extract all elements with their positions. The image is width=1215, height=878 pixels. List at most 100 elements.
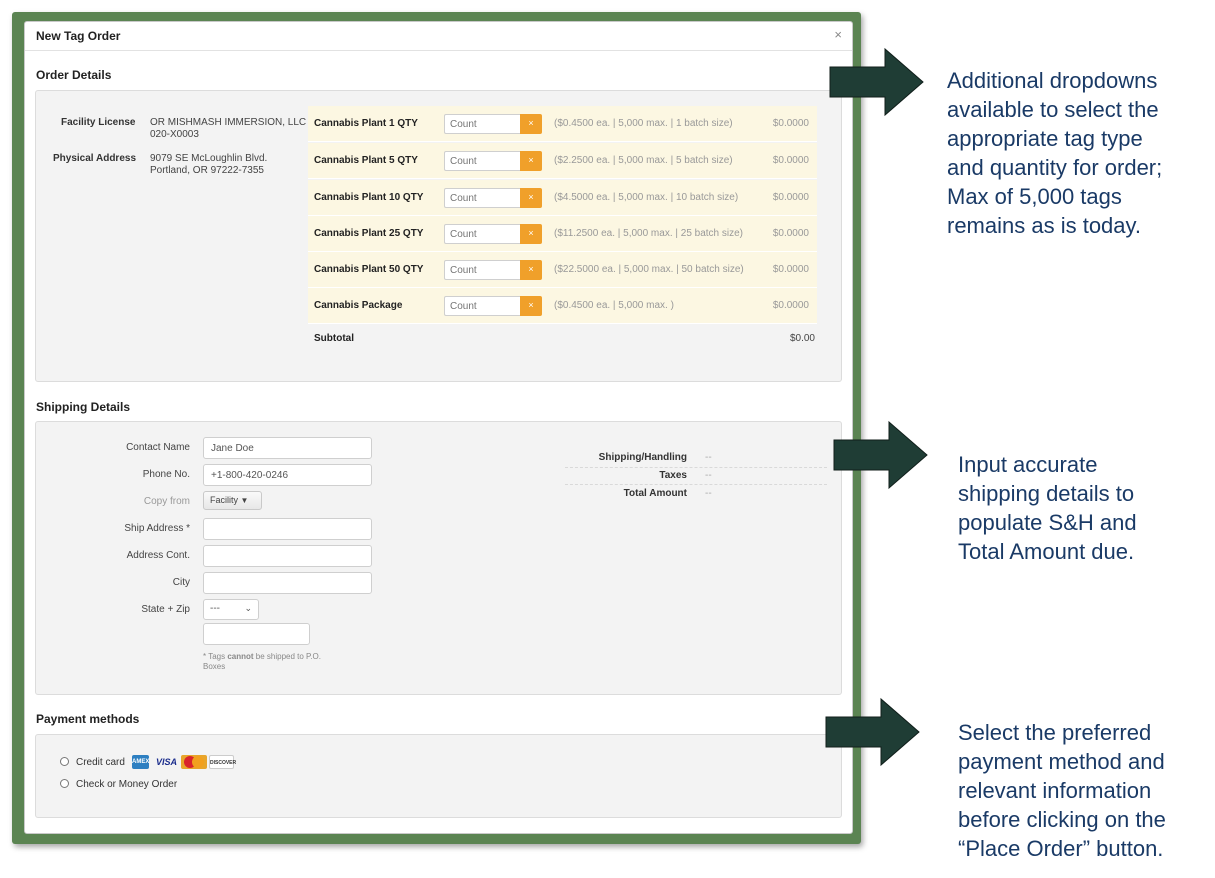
po-box-note-bold: cannot	[227, 652, 254, 661]
clear-icon[interactable]: ×	[520, 151, 542, 171]
clear-icon[interactable]: ×	[520, 260, 542, 280]
copy-from-button-label: Facility	[210, 495, 239, 505]
annotation-line: payment method and	[958, 749, 1165, 774]
annotation-line: and quantity for order;	[947, 155, 1163, 180]
contact-name-input[interactable]	[203, 437, 372, 459]
tag-name: Cannabis Plant 50 QTY	[314, 264, 424, 275]
zip-input[interactable]	[203, 623, 310, 645]
address-cont-label: Address Cont.	[126, 550, 190, 561]
annotation-line: Max of 5,000 tags	[947, 184, 1122, 209]
subtotal-value: $0.00	[789, 333, 815, 344]
tag-name: Cannabis Package	[314, 300, 403, 311]
divider	[565, 467, 827, 468]
annotation-arrow-2	[833, 420, 928, 490]
tag-price: $0.0000	[772, 192, 809, 203]
tag-price: $0.0000	[772, 300, 809, 311]
tag-count-input[interactable]	[444, 224, 520, 244]
tag-info: ($4.5000 ea. | 5,000 max. | 10 batch siz…	[554, 192, 739, 203]
modal-header: New Tag Order ×	[25, 22, 852, 51]
annotation-line: before clicking on the	[958, 807, 1166, 832]
modal-title: New Tag Order	[36, 29, 121, 43]
tag-count-input[interactable]	[444, 151, 520, 171]
tag-row-plant-10: Cannabis Plant 10 QTY × ($4.5000 ea. | 5…	[308, 180, 817, 216]
phone-label: Phone No.	[142, 469, 190, 480]
payment-methods-title: Payment methods	[36, 712, 140, 726]
ship-address-input[interactable]	[203, 518, 372, 540]
tag-info: ($2.2500 ea. | 5,000 max. | 5 batch size…	[554, 155, 733, 166]
taxes-value: --	[705, 470, 712, 481]
order-details-title: Order Details	[36, 68, 112, 82]
state-zip-label: State + Zip	[141, 604, 190, 615]
shipping-details-title: Shipping Details	[36, 400, 131, 414]
tag-price: $0.0000	[772, 228, 809, 239]
tag-name: Cannabis Plant 10 QTY	[314, 192, 424, 203]
total-amount-label: Total Amount	[623, 488, 687, 499]
amex-logo: AMEX	[132, 755, 149, 769]
address-cont-input[interactable]	[203, 545, 372, 567]
tag-price: $0.0000	[772, 118, 809, 129]
close-icon[interactable]: ×	[834, 27, 842, 42]
tag-row-plant-5: Cannabis Plant 5 QTY × ($2.2500 ea. | 5,…	[308, 143, 817, 179]
state-select[interactable]: --- ⌄	[203, 599, 259, 620]
facility-license-line1: OR MISHMASH IMMERSION, LLC	[150, 117, 307, 128]
tag-row-plant-50: Cannabis Plant 50 QTY × ($22.5000 ea. | …	[308, 252, 817, 288]
annotation-line: remains as is today.	[947, 213, 1142, 238]
tag-count-input[interactable]	[444, 114, 520, 134]
tag-info: ($22.5000 ea. | 5,000 max. | 50 batch si…	[554, 264, 744, 275]
tag-count-input[interactable]	[444, 260, 520, 280]
check-money-order-radio[interactable]	[60, 779, 69, 788]
facility-license-line2: 020-X0003	[150, 129, 199, 140]
payment-methods-panel	[35, 734, 842, 818]
annotation-line: populate S&H and	[958, 510, 1137, 535]
clear-icon[interactable]: ×	[520, 224, 542, 244]
annotation-line: relevant information	[958, 778, 1152, 803]
state-select-value: ---	[210, 603, 220, 614]
subtotal-label: Subtotal	[314, 333, 354, 344]
annotation-line: shipping details to	[958, 481, 1135, 506]
annotation-line: Input accurate	[958, 452, 1098, 477]
total-amount-value: --	[705, 488, 712, 499]
copy-from-label: Copy from	[143, 496, 190, 507]
tag-info: ($0.4500 ea. | 5,000 max. )	[554, 300, 674, 311]
po-box-note: * Tags cannot be shipped to P.O. Boxes	[203, 652, 343, 672]
annotation-line: Total Amount due.	[958, 539, 1135, 564]
tag-name: Cannabis Plant 1 QTY	[314, 118, 418, 129]
annotation-arrow-1	[829, 47, 924, 117]
annotation-line: Select the preferred	[958, 720, 1152, 745]
tag-count-input[interactable]	[444, 296, 520, 316]
physical-address-line1: 9079 SE McLoughlin Blvd.	[150, 153, 268, 164]
new-tag-order-modal: New Tag Order × Order Details Facility L…	[24, 21, 853, 834]
credit-card-label: Credit card	[76, 757, 125, 768]
chevron-down-icon: ⌄	[244, 603, 252, 613]
facility-license-label: Facility License	[61, 117, 136, 128]
clear-icon[interactable]: ×	[520, 114, 542, 134]
annotation-line: available to select the	[947, 97, 1159, 122]
phone-input[interactable]	[203, 464, 372, 486]
shipping-handling-label: Shipping/Handling	[598, 452, 687, 463]
clear-icon[interactable]: ×	[520, 188, 542, 208]
tag-name: Cannabis Plant 5 QTY	[314, 155, 418, 166]
contact-name-label: Contact Name	[126, 442, 190, 453]
tag-row-plant-1: Cannabis Plant 1 QTY × ($0.4500 ea. | 5,…	[308, 106, 817, 142]
tag-info: ($0.4500 ea. | 5,000 max. | 1 batch size…	[554, 118, 733, 129]
city-label: City	[172, 577, 190, 588]
discover-logo: DISCOVER	[209, 755, 236, 769]
annotation-text-1: Additional dropdowns available to select…	[947, 66, 1162, 240]
tag-count-input[interactable]	[444, 188, 520, 208]
annotation-line: Additional dropdowns	[947, 68, 1158, 93]
physical-address-label: Physical Address	[53, 153, 137, 164]
tag-price: $0.0000	[772, 155, 809, 166]
tag-price: $0.0000	[772, 264, 809, 275]
city-input[interactable]	[203, 572, 372, 594]
annotation-text-3: Select the preferred payment method and …	[958, 718, 1166, 863]
copy-from-button[interactable]: Facility ▼	[203, 491, 262, 510]
visa-logo: VISA	[155, 757, 177, 767]
taxes-label: Taxes	[659, 470, 687, 481]
annotation-text-2: Input accurate shipping details to popul…	[958, 450, 1137, 566]
clear-icon[interactable]: ×	[520, 296, 542, 316]
tag-row-package: Cannabis Package × ($0.4500 ea. | 5,000 …	[308, 288, 817, 324]
tag-name: Cannabis Plant 25 QTY	[314, 228, 424, 239]
ship-address-label: Ship Address *	[124, 523, 190, 534]
chevron-down-icon: ▼	[240, 496, 249, 505]
credit-card-radio[interactable]	[60, 757, 69, 766]
